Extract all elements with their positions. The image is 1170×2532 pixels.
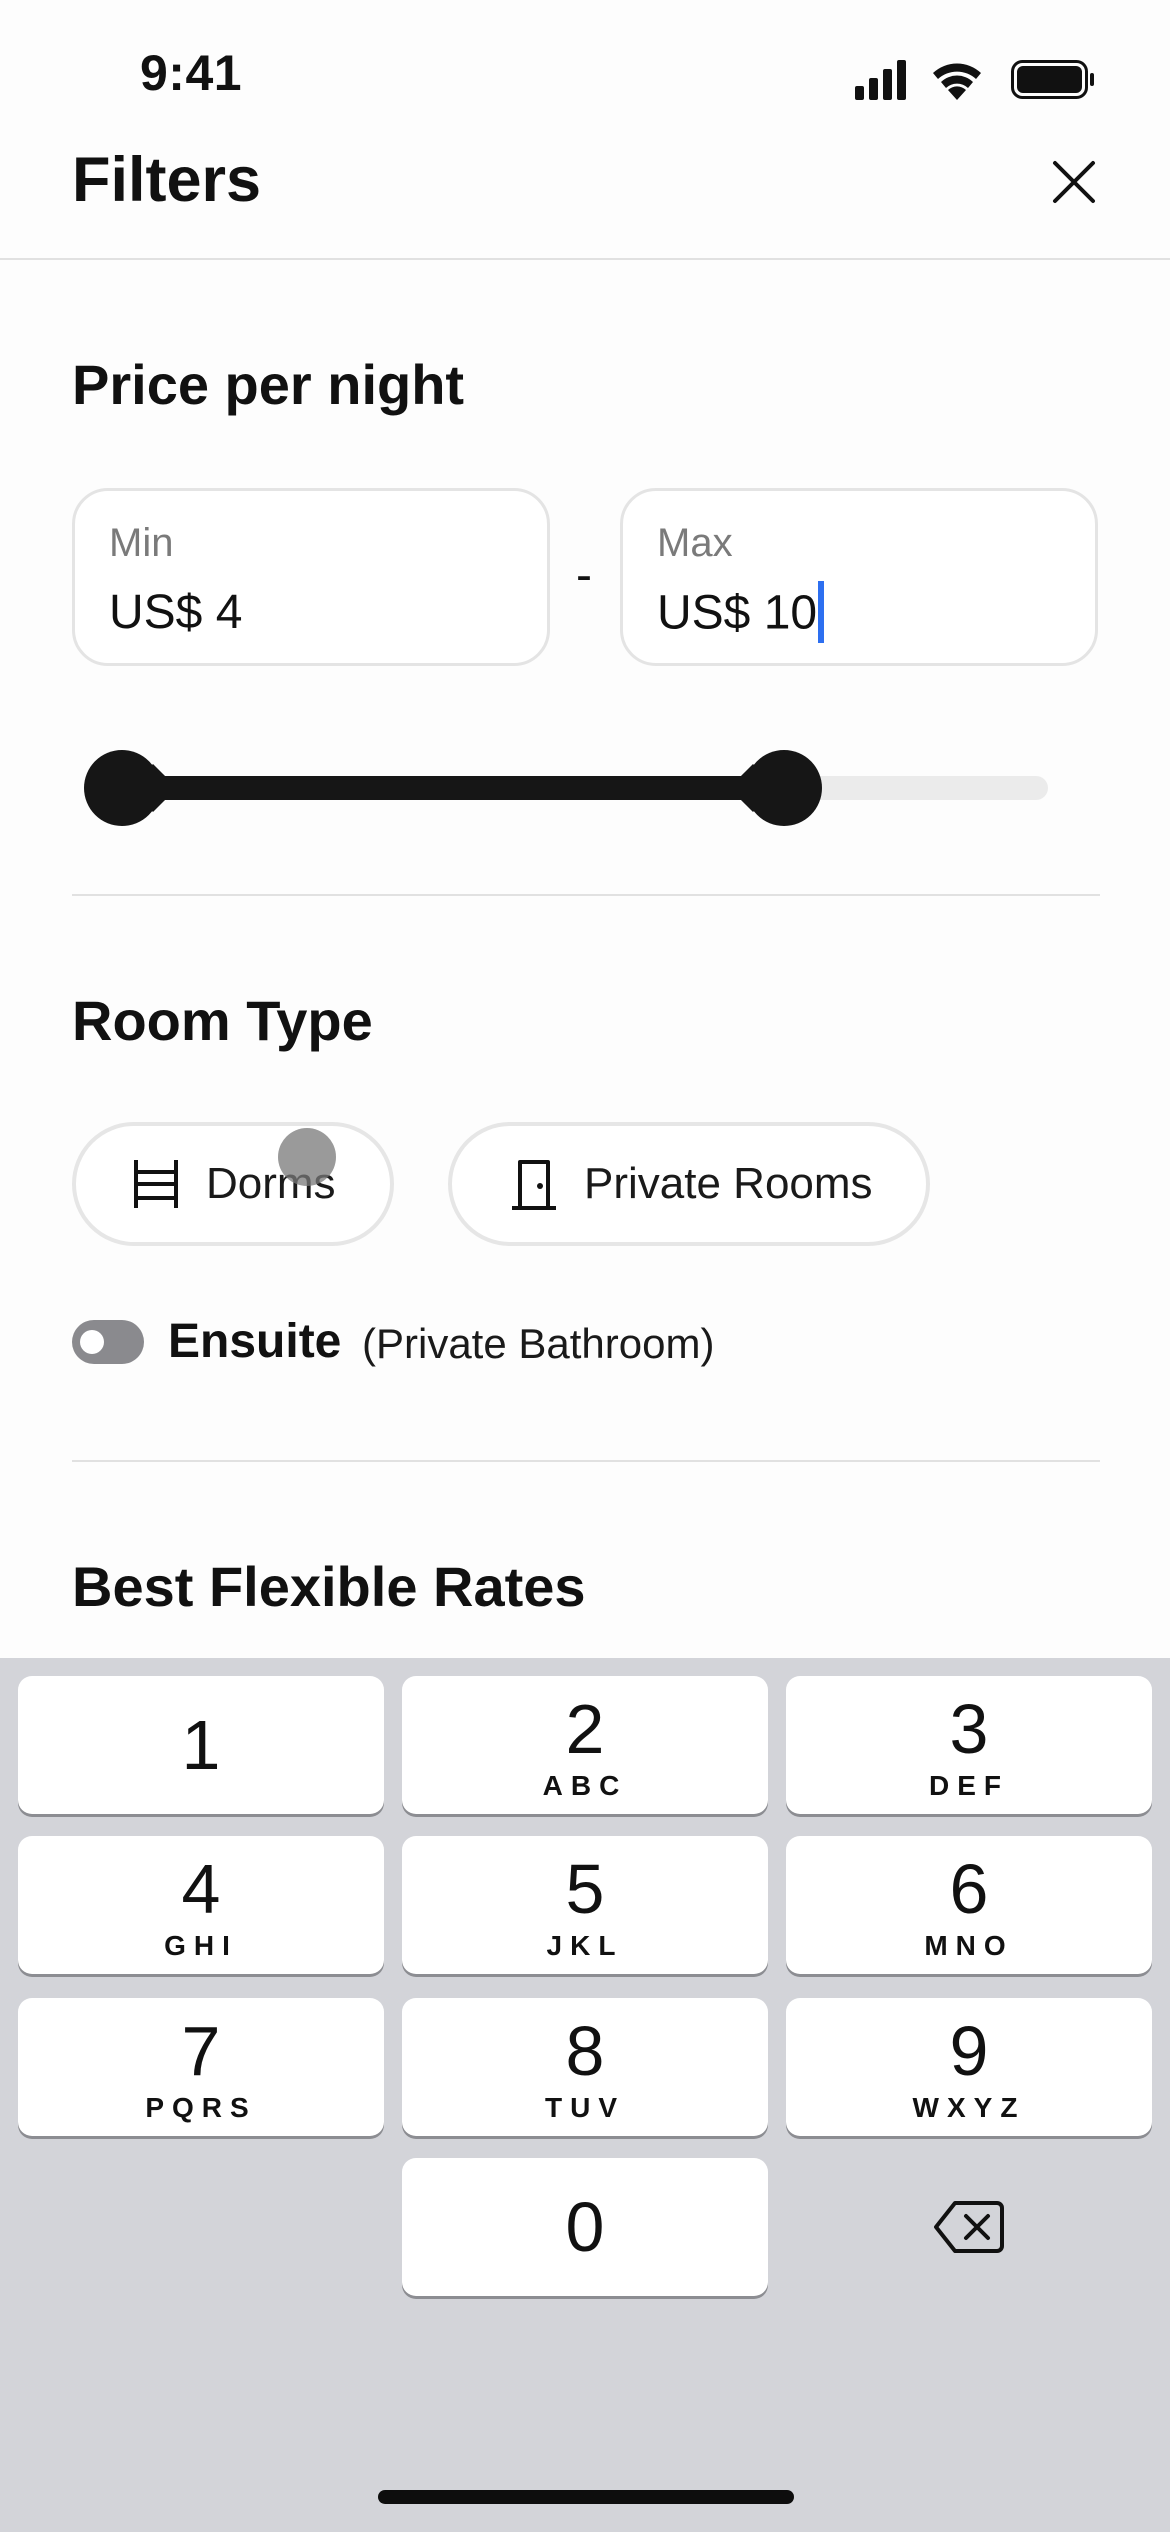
home-indicator[interactable] <box>378 2490 794 2504</box>
price-slider-max-handle[interactable] <box>746 750 822 826</box>
price-slider-min-handle[interactable] <box>84 750 160 826</box>
key-2[interactable]: 2 ABC <box>402 1676 768 1814</box>
min-price-label: Min <box>109 521 174 565</box>
status-time: 9:41 <box>140 45 243 101</box>
key-1[interactable]: 1 <box>18 1676 384 1814</box>
header-divider <box>0 258 1170 260</box>
key-letters: WXYZ <box>912 2092 1026 2123</box>
room-type-private-chip[interactable]: Private Rooms <box>448 1122 930 1246</box>
page-title: Filters <box>72 145 262 215</box>
key-letters: MNO <box>924 1930 1014 1961</box>
key-letters: TUV <box>545 2092 625 2123</box>
ensuite-sublabel: (Private Bathroom) <box>362 1320 715 1367</box>
key-letters: ABC <box>542 1770 628 1801</box>
key-digit: 4 <box>181 1850 221 1928</box>
text-caret <box>818 581 825 643</box>
key-8[interactable]: 8 TUV <box>402 1998 768 2136</box>
key-7[interactable]: 7 PQRS <box>18 1998 384 2136</box>
key-letters: GHI <box>164 1930 238 1961</box>
key-digit: 7 <box>181 2012 221 2090</box>
bunk-bed-icon <box>128 1156 184 1212</box>
key-digit: 1 <box>181 1706 221 1784</box>
max-price-input-wrap[interactable]: US$ 10 <box>657 581 825 647</box>
key-letters: JKL <box>546 1930 624 1961</box>
status-icons <box>855 56 1095 102</box>
flexible-rates-title: Best Flexible Rates <box>72 1555 586 1618</box>
key-0[interactable]: 0 <box>402 2158 768 2296</box>
touch-indicator <box>278 1128 336 1186</box>
key-5[interactable]: 5 JKL <box>402 1836 768 1974</box>
key-6[interactable]: 6 MNO <box>786 1836 1152 1974</box>
backspace-key[interactable] <box>786 2158 1152 2296</box>
room-type-dorms-chip[interactable]: Dorms <box>72 1122 394 1246</box>
key-9[interactable]: 9 WXYZ <box>786 1998 1152 2136</box>
toggle-knob <box>80 1330 104 1354</box>
cellular-signal-icon <box>855 60 906 100</box>
battery-icon <box>1011 60 1094 99</box>
key-digit: 6 <box>949 1850 989 1928</box>
price-separator: - <box>576 549 592 602</box>
key-digit: 2 <box>565 1690 605 1768</box>
price-section-title: Price per night <box>72 353 465 416</box>
wifi-icon <box>933 63 981 100</box>
ensuite-toggle[interactable] <box>72 1320 144 1364</box>
backspace-icon <box>934 2201 1004 2253</box>
key-letters: DEF <box>929 1770 1009 1801</box>
door-icon <box>506 1156 562 1212</box>
key-4[interactable]: 4 GHI <box>18 1836 384 1974</box>
max-price-input[interactable]: US$ 10 <box>657 587 817 640</box>
key-letters: PQRS <box>145 2092 257 2123</box>
section-divider <box>72 1460 1100 1462</box>
close-button[interactable] <box>1040 148 1108 216</box>
section-divider <box>72 894 1100 896</box>
ensuite-label: Ensuite <box>168 1315 342 1368</box>
min-price-input[interactable]: US$ 4 <box>109 585 242 640</box>
min-price-field[interactable]: Min US$ 4 <box>72 488 550 666</box>
max-price-field[interactable]: Max US$ 10 <box>620 488 1098 666</box>
max-price-label: Max <box>657 521 733 565</box>
price-slider-fill <box>120 776 784 800</box>
close-icon <box>1053 161 1095 203</box>
room-type-private-label: Private Rooms <box>584 1159 873 1208</box>
key-3[interactable]: 3 DEF <box>786 1676 1152 1814</box>
key-digit: 3 <box>949 1690 989 1768</box>
key-digit: 0 <box>565 2188 605 2266</box>
key-digit: 9 <box>949 2012 989 2090</box>
room-type-title: Room Type <box>72 989 373 1052</box>
key-digit: 5 <box>565 1850 605 1928</box>
key-digit: 8 <box>565 2012 605 2090</box>
